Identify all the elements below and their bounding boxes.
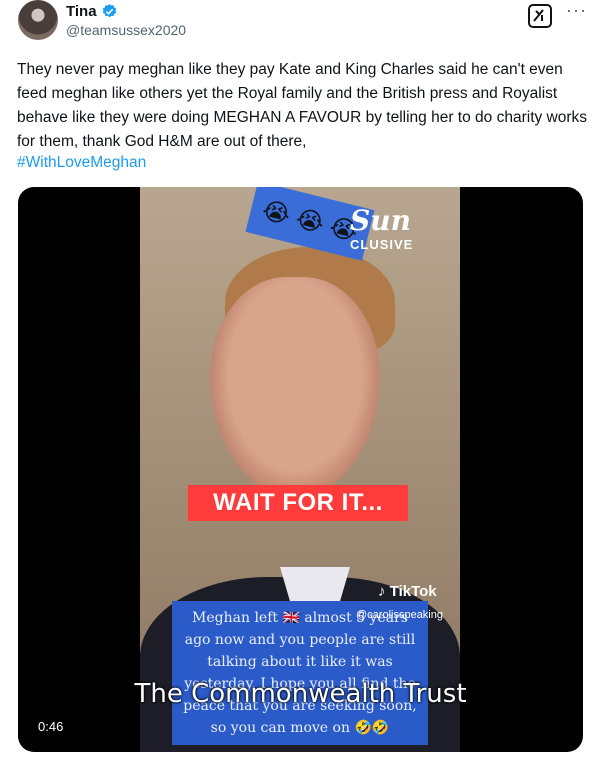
sun-logo-sub: CLUSIVE xyxy=(350,237,414,252)
author-handle[interactable]: @teamsussex2020 xyxy=(66,22,186,38)
tiktok-icon: ♪ xyxy=(378,583,386,600)
more-icon[interactable]: ··· xyxy=(566,1,587,19)
caption-box: Meghan left 🇬🇧 almost 5 years ago now an… xyxy=(172,601,428,745)
video-subtitle: The Commonwealth Trust xyxy=(134,679,467,709)
tweet-text: They never pay meghan like they pay Kate… xyxy=(17,61,588,150)
hashtag-link[interactable]: #WithLoveMeghan xyxy=(17,154,146,172)
video-frame: 😭 😭 😭 Sun CLUSIVE WAIT FOR IT... Meghan … xyxy=(140,187,460,752)
tiktok-label: TikTok xyxy=(389,583,437,600)
grok-icon[interactable] xyxy=(528,4,552,28)
tiktok-watermark: ♪ TikTok xyxy=(378,583,437,600)
author-name[interactable]: Tina xyxy=(66,3,97,20)
video-duration: 0:46 xyxy=(38,719,64,734)
verified-badge-icon xyxy=(102,4,117,18)
sun-logo: Sun CLUSIVE xyxy=(350,207,414,257)
person-face xyxy=(210,277,380,497)
wait-for-it-label: WAIT FOR IT... xyxy=(188,485,408,521)
tiktok-handle: @carolisspeaking xyxy=(356,609,443,621)
video-player[interactable]: 😭 😭 😭 Sun CLUSIVE WAIT FOR IT... Meghan … xyxy=(18,187,583,752)
avatar[interactable] xyxy=(18,0,58,40)
